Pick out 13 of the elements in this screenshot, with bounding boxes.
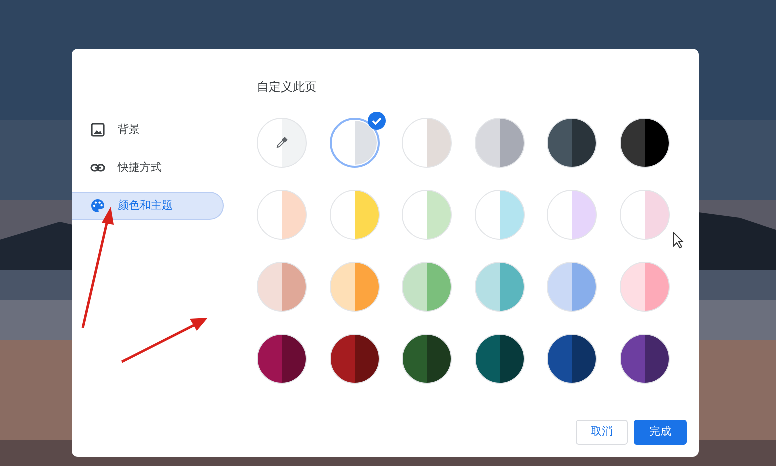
cursor-icon [673, 232, 685, 249]
color-swatch[interactable] [330, 118, 380, 168]
done-button[interactable]: 完成 [634, 420, 687, 445]
checkmark-icon [368, 112, 386, 130]
palette-icon [90, 198, 106, 214]
sidebar-item[interactable]: 背景 [72, 116, 224, 144]
eyedropper-icon [276, 137, 288, 149]
cancel-button[interactable]: 取消 [576, 420, 628, 445]
sidebar-item[interactable]: 快捷方式 [72, 154, 224, 182]
image-icon [90, 122, 106, 138]
sidebar-item[interactable]: 颜色和主题 [72, 192, 224, 220]
color-picker-swatch[interactable] [257, 118, 307, 168]
dialog-title: 自定义此页 [257, 79, 318, 95]
